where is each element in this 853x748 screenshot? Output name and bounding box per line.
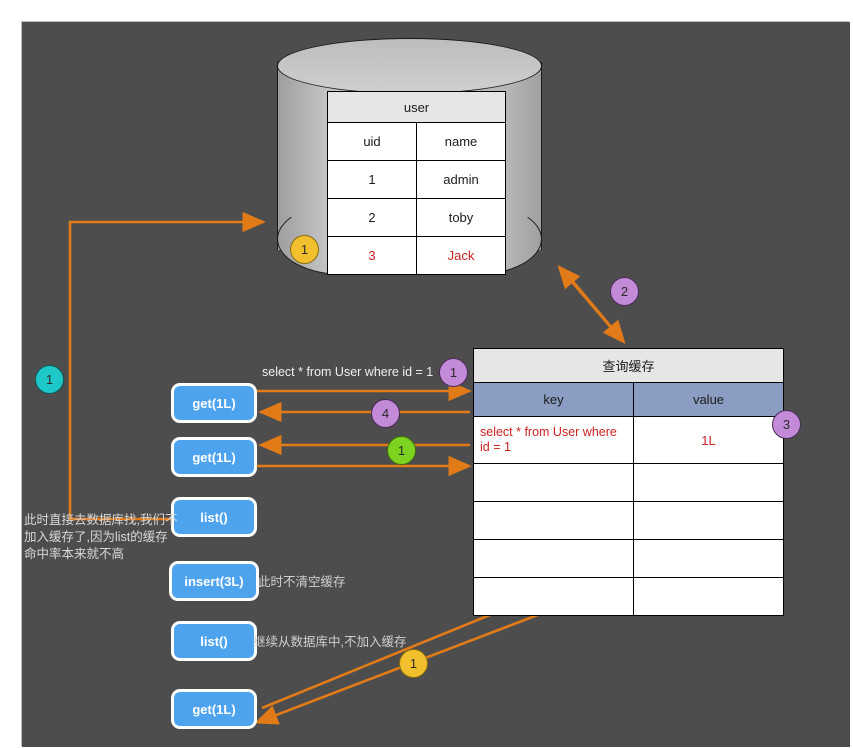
- op-button-label: get(1L): [192, 702, 235, 717]
- badge-cache-right: 3: [772, 410, 801, 439]
- cache-row[interactable]: [474, 464, 784, 502]
- badge-query-purple: 1: [439, 358, 468, 387]
- op-button-insert[interactable]: insert(3L): [169, 561, 259, 601]
- cache-row[interactable]: [474, 502, 784, 540]
- op-button-label: get(1L): [192, 396, 235, 411]
- cache-key-cell: [474, 578, 634, 616]
- op-button-list-2[interactable]: list(): [171, 621, 257, 661]
- cache-value-cell: [634, 502, 784, 540]
- user-uid-cell: 3: [328, 237, 417, 275]
- user-name-cell: Jack: [417, 237, 506, 275]
- user-column-uid: uid: [328, 123, 417, 161]
- cache-key-cell: [474, 464, 634, 502]
- cache-column-value: value: [634, 383, 784, 417]
- op-button-list-1[interactable]: list(): [171, 497, 257, 537]
- table-row: 1 admin: [328, 161, 506, 199]
- cache-column-key: key: [474, 383, 634, 417]
- badge-left-teal: 1: [35, 365, 64, 394]
- op-button-label: get(1L): [192, 450, 235, 465]
- table-row: 2 toby: [328, 199, 506, 237]
- cache-value-cell: [634, 540, 784, 578]
- op-button-label: list(): [200, 634, 227, 649]
- cache-value-cell: 1L: [634, 417, 784, 464]
- op-button-label: list(): [200, 510, 227, 525]
- cache-row[interactable]: [474, 578, 784, 616]
- sql-query-label: select * from User where id = 1: [262, 365, 433, 379]
- user-uid-cell: 1: [328, 161, 417, 199]
- user-column-name: name: [417, 123, 506, 161]
- op-button-get-3[interactable]: get(1L): [171, 689, 257, 729]
- user-name-cell: toby: [417, 199, 506, 237]
- table-row: 3 Jack: [328, 237, 506, 275]
- cache-table-title: 查询缓存: [474, 349, 784, 383]
- cache-key-cell: [474, 502, 634, 540]
- user-table-title: user: [328, 92, 506, 123]
- list2-note: 继续从数据库中,不加入缓存: [253, 631, 406, 650]
- cache-value-cell: [634, 464, 784, 502]
- cylinder-top: [277, 38, 542, 94]
- op-button-get-1[interactable]: get(1L): [171, 383, 257, 423]
- insert-note: 此时不清空缓存: [258, 571, 346, 590]
- badge-db-cache-purple: 2: [610, 277, 639, 306]
- badge-cache-hit-green: 1: [387, 436, 416, 465]
- user-table: user uid name 1 admin 2 toby 3 Jack: [327, 91, 506, 275]
- user-name-cell: admin: [417, 161, 506, 199]
- badge-db-gold: 1: [290, 235, 319, 264]
- diagram-canvas: 查询缓存 key value select * from User where …: [0, 0, 853, 748]
- user-uid-cell: 2: [328, 199, 417, 237]
- cache-key-cell: [474, 540, 634, 578]
- op-button-get-2[interactable]: get(1L): [171, 437, 257, 477]
- query-cache-table: 查询缓存 key value select * from User where …: [473, 348, 784, 616]
- cache-key-cell: select * from User where id = 1: [474, 417, 634, 464]
- cache-row[interactable]: [474, 540, 784, 578]
- op-button-label: insert(3L): [184, 574, 243, 589]
- badge-bottom-gold: 1: [399, 649, 428, 678]
- cache-row[interactable]: select * from User where id = 1 1L: [474, 417, 784, 464]
- list-note: 此时直接去数据库找,我们不加入缓存了,因为list的缓存命中率本来就不高: [24, 512, 179, 563]
- cache-value-cell: [634, 578, 784, 616]
- badge-step-four: 4: [371, 399, 400, 428]
